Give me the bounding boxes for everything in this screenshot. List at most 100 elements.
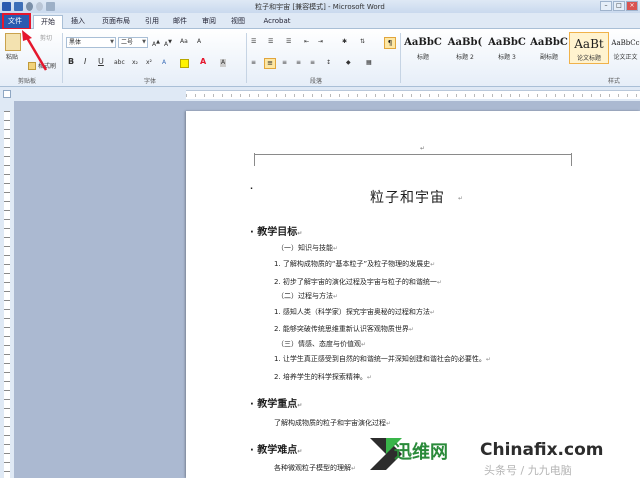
distributed-button[interactable]: ≡	[310, 59, 315, 67]
show-marks-icon[interactable]: ¶	[384, 37, 396, 49]
document-title[interactable]: 粒子和宇宙	[370, 187, 445, 207]
document-line[interactable]: 2. 培养学生的科学探索精神。↵	[274, 372, 372, 382]
tab-acrobat[interactable]: Acrobat	[258, 15, 296, 29]
align-left-button[interactable]: ≡	[251, 59, 256, 67]
window-title: 粒子和宇宙 [兼容模式] - Microsoft Word	[255, 3, 385, 11]
document-line[interactable]: （二）过程与方法↵	[277, 291, 338, 301]
strikethrough-button[interactable]: abc	[114, 59, 125, 67]
superscript-button[interactable]: x²	[146, 59, 152, 67]
document-page[interactable]: ↵ · 粒子和宇宙 ↵ · 教学目标↵ （一）知识与技能↵ 1. 了解构成物质的…	[186, 111, 640, 478]
multilevel-list-button[interactable]: ☰	[286, 38, 291, 46]
italic-button[interactable]: I	[84, 58, 86, 66]
vertical-ruler-ticks	[4, 111, 10, 478]
paragraph-mark: ↵	[333, 245, 339, 252]
style-item[interactable]: AaBbC 标题	[403, 32, 443, 64]
text-effects-button[interactable]: A	[162, 59, 166, 67]
watermark-brand-2: Chinafix.com	[480, 440, 604, 460]
section-heading-text: 教学难点	[257, 445, 298, 456]
bold-button[interactable]: B	[68, 58, 74, 66]
font-name-combo[interactable]: 黑体 ▼	[66, 37, 116, 48]
watermark-brand-1: 迅维网	[394, 442, 448, 463]
style-sample: AaBbC	[488, 37, 526, 48]
underline-button[interactable]: U	[98, 58, 104, 66]
bullets-button[interactable]: ☰	[251, 38, 256, 46]
minimize-icon[interactable]: –	[600, 1, 612, 11]
font-color-button[interactable]: A	[200, 58, 206, 66]
font-size-combo[interactable]: 二号 ▼	[118, 37, 148, 48]
styles-gallery[interactable]: AaBbC 标题 AaBb( 标题 2 AaBbC 标题 3 AaBbC 副标题…	[403, 32, 640, 72]
style-item[interactable]: AaBbCc 论文正文	[611, 32, 640, 64]
document-line[interactable]: 各种微观粒子模型的理解↵	[274, 463, 356, 473]
separator	[62, 33, 63, 83]
document-line[interactable]: 1. 感知人类（科学家）探究宇宙奥秘的过程和方法↵	[274, 307, 435, 317]
align-right-button[interactable]: ≡	[282, 59, 287, 67]
section-heading[interactable]: · 教学重点↵	[250, 395, 302, 410]
subscript-button[interactable]: x₂	[132, 59, 138, 67]
line-text: 2. 培养学生的科学探索精神。	[274, 373, 367, 381]
chinese-layout-button[interactable]: ✱	[342, 38, 347, 46]
character-shading-button[interactable]: A	[220, 59, 227, 67]
justify-button[interactable]: ≡	[296, 59, 301, 67]
paragraph-mark: ↵	[386, 420, 392, 427]
borders-button[interactable]: ▦	[366, 59, 372, 67]
style-item[interactable]: AaBbC 标题 3	[487, 32, 527, 64]
title-bar: 粒子和宇宙 [兼容模式] - Microsoft Word – □ ×	[0, 0, 640, 13]
styles-group-label: 样式	[608, 78, 621, 85]
ribbon-tabs: 文件 开始 插入 页面布局 引用 邮件 审阅 视图 Acrobat	[0, 13, 640, 29]
center-align-icon[interactable]: ≡	[264, 58, 276, 69]
grow-font-button[interactable]: A▲	[152, 38, 160, 49]
vertical-ruler[interactable]	[0, 101, 14, 478]
line-text: 各种微观粒子模型的理解	[274, 464, 351, 472]
style-item[interactable]: AaBb( 标题 2	[445, 32, 485, 64]
font-name-value: 黑体	[69, 39, 82, 46]
shrink-font-button[interactable]: A▼	[164, 38, 172, 49]
style-sample: AaBb(	[447, 37, 483, 48]
numbering-button[interactable]: ☰	[268, 38, 273, 46]
tab-view[interactable]: 视图	[226, 15, 250, 29]
horizontal-ruler[interactable]	[186, 90, 640, 99]
style-sample: AaBbC	[530, 37, 568, 48]
document-line[interactable]: （一）知识与技能↵	[277, 243, 338, 253]
font-group-label: 字体	[144, 78, 157, 85]
highlight-color-icon[interactable]	[180, 59, 189, 68]
tab-insert[interactable]: 插入	[64, 15, 92, 29]
separator	[400, 33, 401, 83]
sort-button[interactable]: ⇅	[360, 38, 365, 46]
section-heading[interactable]: · 教学目标↵	[250, 223, 302, 238]
document-line[interactable]: 2. 初步了解宇宙的演化过程及宇宙与粒子的和谐统一↵	[274, 277, 442, 287]
paragraph-mark: ↵	[408, 326, 414, 333]
tab-review[interactable]: 审阅	[197, 15, 221, 29]
document-line[interactable]: 了解构成物质的粒子和宇宙演化过程↵	[274, 418, 391, 428]
tab-page-layout[interactable]: 页面布局	[96, 15, 136, 29]
paragraph-mark: ↵	[485, 356, 491, 363]
style-item-selected[interactable]: AaBt 论文标题	[569, 32, 609, 64]
paragraph-mark: ↵	[366, 374, 372, 381]
title-bullet: ·	[250, 184, 254, 193]
decrease-indent-button[interactable]: ⇤	[304, 38, 309, 46]
shading-button[interactable]: ◆	[346, 59, 351, 67]
change-case-button[interactable]: Aa	[180, 38, 188, 46]
line-text: （三）情感、态度与价值观	[277, 340, 361, 348]
clear-formatting-button[interactable]: A	[197, 38, 201, 46]
tab-references[interactable]: 引用	[140, 15, 164, 29]
document-line[interactable]: 2. 能够突破传统思维重新认识客观物质世界↵	[274, 324, 414, 334]
section-heading[interactable]: · 教学难点↵	[250, 441, 302, 456]
document-line[interactable]: 1. 了解构成物质的“基本粒子”及粒子物理的发展史↵	[274, 259, 435, 269]
line-spacing-button[interactable]: ↕	[326, 59, 331, 67]
style-item[interactable]: AaBbC 副标题	[529, 32, 569, 64]
style-sample: AaBbC	[404, 37, 442, 48]
close-icon[interactable]: ×	[626, 1, 638, 11]
chevron-down-icon: ▼	[110, 39, 114, 45]
line-text: 1. 让学生真正感受到自然的和谐统一并深知创建和谐社会的必要性。	[274, 355, 486, 363]
watermark-overlay: 头条号 / 九九电脑	[484, 464, 572, 477]
tab-home[interactable]: 开始	[33, 15, 63, 29]
document-line[interactable]: （三）情感、态度与价值观↵	[277, 339, 366, 349]
page-header-area[interactable]	[254, 153, 572, 166]
paragraph-mark: ↵	[429, 309, 435, 316]
tab-selector[interactable]	[3, 90, 11, 98]
maximize-icon[interactable]: □	[613, 1, 625, 11]
document-line[interactable]: 1. 让学生真正感受到自然的和谐统一并深知创建和谐社会的必要性。↵	[274, 354, 491, 364]
paragraph-mark: ↵	[333, 293, 339, 300]
increase-indent-button[interactable]: ⇥	[318, 38, 323, 46]
tab-mailings[interactable]: 邮件	[168, 15, 192, 29]
